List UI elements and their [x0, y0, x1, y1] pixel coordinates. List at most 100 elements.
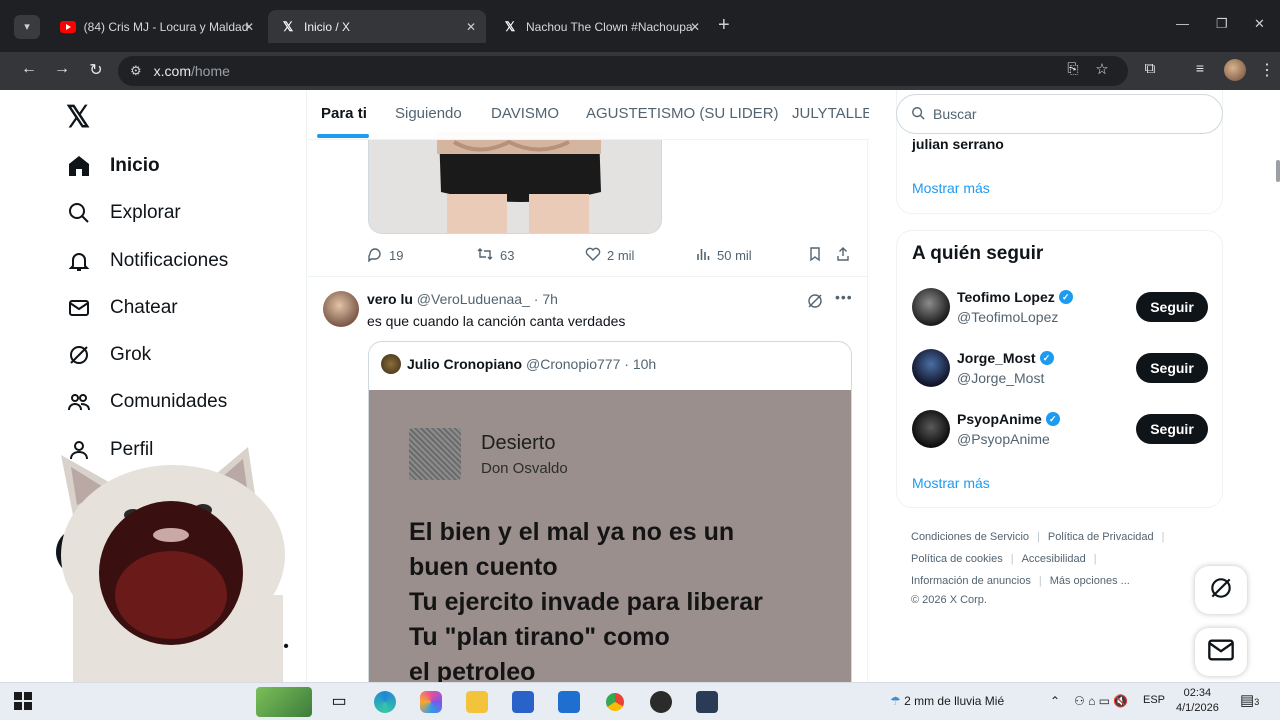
tray-overflow-icon[interactable]: ⌃ — [1050, 694, 1060, 708]
x-page: 𝕏 Inicio Explorar Notificaciones Chatear — [8, 90, 1272, 682]
store-icon[interactable] — [512, 691, 534, 713]
copilot-icon[interactable] — [420, 691, 442, 713]
tweet-media-image[interactable] — [368, 132, 662, 234]
x-logo-icon[interactable]: 𝕏 — [66, 100, 90, 135]
tab-siguiendo[interactable]: Siguiendo — [395, 105, 462, 122]
task-view-icon[interactable]: ▭ — [328, 691, 350, 713]
tab-search-button[interactable]: ▾ — [14, 15, 40, 39]
tray-icons[interactable]: ⚇ ⌂ ▭ 🔇 — [1074, 694, 1128, 708]
forward-icon[interactable]: → — [51, 60, 73, 78]
edge-icon[interactable] — [374, 691, 396, 713]
close-tab-icon[interactable]: ✕ — [244, 20, 254, 34]
browser-tab-x-profile[interactable]: 𝕏 Nachou The Clown #Nachoupa ✕ — [490, 10, 710, 43]
follow-button[interactable]: Seguir — [1136, 353, 1208, 383]
author-name[interactable]: vero lu — [367, 291, 413, 307]
retweet-button[interactable]: 63 — [476, 246, 514, 265]
show-more-link[interactable]: Mostrar más — [912, 475, 990, 491]
tab-julytaller[interactable]: JULYTALLER — [792, 105, 869, 122]
back-icon[interactable]: ← — [18, 60, 40, 78]
follow-suggestion[interactable]: PsyopAnime ✓ @PsyopAnime Seguir — [912, 410, 1208, 450]
share-button[interactable] — [835, 246, 851, 265]
nav-item-explorar[interactable]: Explorar — [66, 198, 181, 228]
weather-widget[interactable]: ☂ 2 mm de lluvia Mié — [890, 694, 1004, 708]
file-explorer-icon[interactable] — [466, 691, 488, 713]
avatar[interactable] — [912, 349, 950, 387]
author-handle[interactable]: @VeroLuduenaa_ — [417, 291, 530, 307]
avatar[interactable] — [323, 291, 359, 327]
browser-tab-youtube[interactable]: (84) Cris MJ - Locura y Maldad ( ✕ — [48, 10, 264, 43]
page-scrollbar[interactable] — [1276, 160, 1280, 182]
reload-icon[interactable]: ↻ — [85, 60, 107, 80]
footer-link-terms[interactable]: Condiciones de Servicio — [911, 531, 1029, 543]
browser-tab-x-home[interactable]: 𝕏 Inicio / X ✕ — [268, 10, 486, 43]
tab-agustetismo[interactable]: AGUSTETISMO (SU LIDER) — [586, 105, 779, 122]
install-app-icon[interactable]: ⎘ — [1062, 60, 1084, 77]
language-indicator[interactable]: ESP — [1143, 694, 1165, 706]
close-window-icon[interactable]: ✕ — [1254, 16, 1265, 32]
follow-button[interactable]: Seguir — [1136, 292, 1208, 322]
footer-link-accessibility[interactable]: Accesibilidad — [1022, 553, 1086, 565]
more-options-icon[interactable]: ••• — [835, 289, 853, 305]
song-title: Desierto — [481, 432, 556, 454]
suggestion-name[interactable]: Jorge_Most ✓ — [957, 350, 1054, 366]
grok-icon[interactable] — [807, 293, 823, 314]
follow-suggestion[interactable]: Jorge_Most ✓ @Jorge_Most Seguir — [912, 349, 1208, 389]
suggestion-name[interactable]: Teofimo Lopez ✓ — [957, 289, 1073, 305]
like-button[interactable]: 2 mil — [585, 246, 634, 265]
avatar[interactable] — [912, 410, 950, 448]
grok-fab-button[interactable] — [1195, 566, 1247, 614]
reply-button[interactable]: 19 — [367, 246, 403, 265]
minimize-icon[interactable]: — — [1176, 16, 1189, 31]
footer-link-cookies[interactable]: Política de cookies — [911, 553, 1003, 565]
trend-item[interactable]: julian serrano — [912, 136, 1004, 152]
chrome-icon[interactable] — [604, 691, 626, 713]
heart-icon — [585, 246, 601, 265]
verified-badge-icon: ✓ — [1039, 351, 1054, 365]
nav-label: Inicio — [110, 155, 160, 176]
bookmark-star-icon[interactable]: ☆ — [1091, 60, 1113, 78]
close-tab-icon[interactable]: ✕ — [690, 20, 700, 34]
nav-item-comunidades[interactable]: Comunidades — [66, 387, 227, 417]
footer-link-more[interactable]: Más opciones ... — [1050, 575, 1130, 587]
nav-item-inicio[interactable]: Inicio — [66, 151, 160, 181]
extensions-icon[interactable]: ⧉ — [1139, 60, 1161, 77]
bookmark-button[interactable] — [807, 246, 823, 265]
mail-app-icon[interactable] — [558, 691, 580, 713]
clock[interactable]: 02:34 4/1/2026 — [1176, 686, 1219, 716]
notification-center-icon[interactable]: ▤3 — [1240, 691, 1259, 709]
restore-icon[interactable]: ❐ — [1216, 16, 1228, 32]
show-more-link[interactable]: Mostrar más — [912, 180, 990, 196]
follow-button[interactable]: Seguir — [1136, 414, 1208, 444]
footer-link-ads[interactable]: Información de anuncios — [911, 575, 1031, 587]
footer-link-privacy[interactable]: Política de Privacidad — [1048, 531, 1154, 543]
tab-davismo[interactable]: DAVISMO — [491, 105, 559, 122]
site-info-icon[interactable]: ⚙ — [130, 63, 142, 79]
follow-suggestion[interactable]: Teofimo Lopez ✓ @TeofimoLopez Seguir — [912, 288, 1208, 328]
obs-icon[interactable] — [650, 691, 672, 713]
app-icon[interactable] — [696, 691, 718, 713]
browser-menu-icon[interactable]: ⋮ — [1256, 60, 1278, 80]
suggestion-name[interactable]: PsyopAnime ✓ — [957, 411, 1060, 427]
tweet-time[interactable]: · 7h — [534, 291, 558, 307]
tweet[interactable]: vero lu @VeroLuduenaa_ · 7h ••• es que c… — [307, 276, 869, 682]
views-button[interactable]: 50 mil — [695, 246, 752, 265]
windows-start-icon[interactable] — [13, 691, 35, 713]
nav-item-notificaciones[interactable]: Notificaciones — [66, 246, 228, 276]
messages-fab-button[interactable] — [1195, 628, 1247, 676]
quoted-tweet-image[interactable]: Desierto Don Osvaldo El bien y el mal ya… — [369, 390, 851, 682]
nav-item-chatear[interactable]: Chatear — [66, 293, 178, 323]
widgets-icon[interactable] — [256, 687, 312, 717]
new-tab-icon[interactable]: + — [718, 14, 730, 37]
avatar[interactable] — [912, 288, 950, 326]
nav-item-grok[interactable]: Grok — [66, 340, 151, 370]
browser-profile-avatar[interactable] — [1224, 59, 1246, 81]
browser-toolbar: ← → ↻ ⚙ x.com/home ⎘ ☆ ⧉ ≡ ⋮ — [0, 52, 1280, 90]
media-control-icon[interactable]: ≡ — [1189, 60, 1211, 76]
quoted-tweet[interactable]: Julio Cronopiano @Cronopio777 · 10h Desi… — [368, 341, 852, 682]
verified-badge-icon: ✓ — [1045, 412, 1060, 426]
copyright: © 2026 X Corp. — [911, 594, 987, 606]
search-input[interactable]: Buscar — [896, 94, 1223, 134]
tab-para-ti[interactable]: Para ti — [321, 105, 367, 122]
close-tab-icon[interactable]: ✕ — [466, 20, 476, 34]
address-bar[interactable]: ⚙ x.com/home — [118, 56, 1128, 86]
